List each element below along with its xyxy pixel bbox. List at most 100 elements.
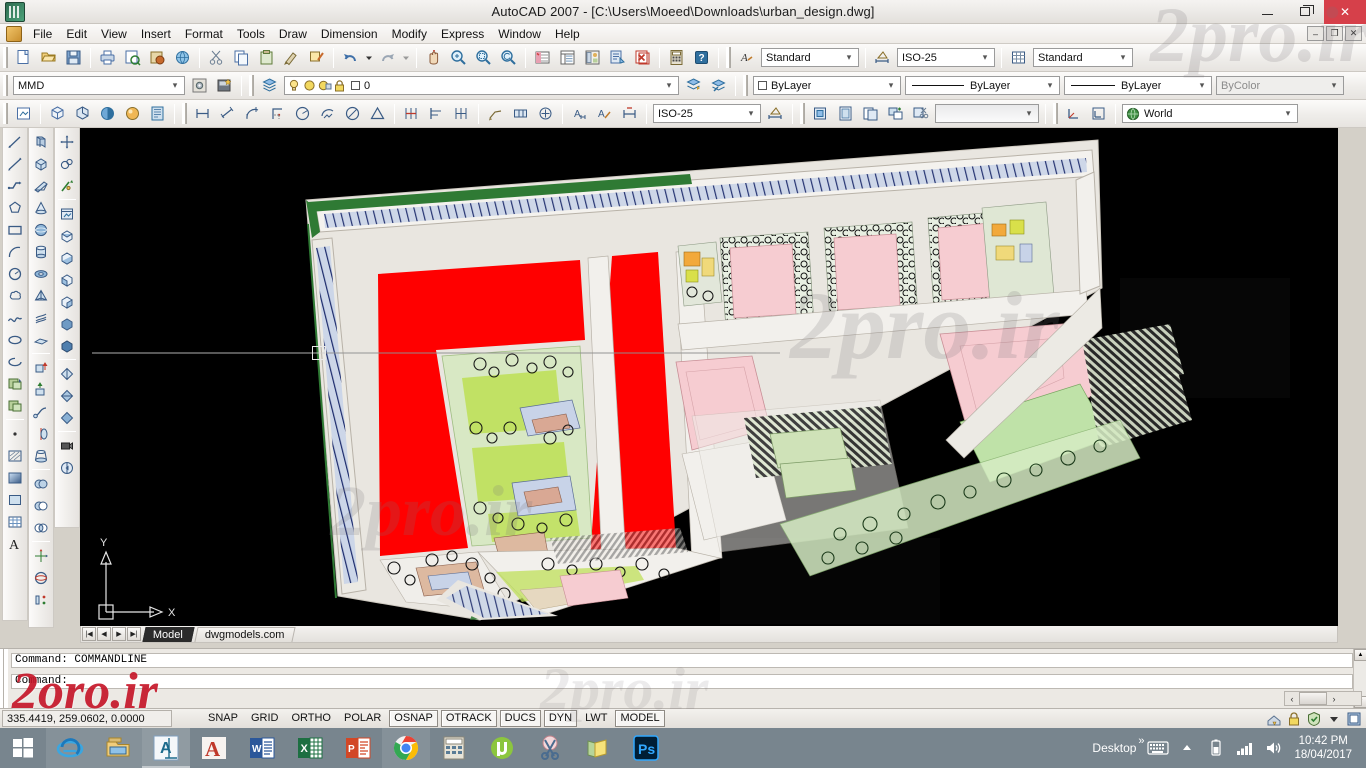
dim-style-manager-icon[interactable] xyxy=(764,102,787,125)
ellipse-arc-icon[interactable] xyxy=(4,351,26,372)
my-workspace-icon[interactable] xyxy=(213,74,236,97)
chevron-down-icon[interactable]: ▾ xyxy=(662,77,676,94)
linear-dim-icon[interactable] xyxy=(191,102,214,125)
chevron-down-icon[interactable]: ▾ xyxy=(884,77,898,94)
rectangle-icon[interactable] xyxy=(4,219,26,240)
center-mark-icon[interactable] xyxy=(534,102,557,125)
table-style-combo[interactable]: Standard ▾ xyxy=(1033,48,1133,67)
3d-move-icon[interactable] xyxy=(30,545,52,566)
menu-item-insert[interactable]: Insert xyxy=(134,25,178,43)
cut-icon[interactable] xyxy=(205,46,228,69)
quick-leader-icon[interactable] xyxy=(484,102,507,125)
back-clip-icon[interactable] xyxy=(56,457,78,478)
right-view-icon[interactable] xyxy=(56,291,78,312)
ordinate-dim-icon[interactable] xyxy=(266,102,289,125)
paste-icon[interactable] xyxy=(255,46,278,69)
3d-rotate-icon[interactable] xyxy=(30,567,52,588)
overflow-icon[interactable]: » xyxy=(1138,735,1144,747)
taskbar-word[interactable]: W xyxy=(238,728,286,768)
redo-dropdown-icon[interactable] xyxy=(401,46,411,69)
make-object-layer-icon[interactable] xyxy=(707,74,730,97)
taskbar-powerpoint[interactable]: P xyxy=(334,728,382,768)
hscroll-right-icon[interactable]: › xyxy=(1327,692,1341,705)
command-input-line[interactable]: Command: xyxy=(11,674,1353,689)
block-editor-icon[interactable] xyxy=(305,46,328,69)
zoom-realtime-icon[interactable] xyxy=(447,46,470,69)
save-icon[interactable] xyxy=(62,46,85,69)
3d-orbit-icon[interactable] xyxy=(56,153,78,174)
construction-line-icon[interactable] xyxy=(4,153,26,174)
point-icon[interactable] xyxy=(4,423,26,444)
undo-dropdown-icon[interactable] xyxy=(364,46,374,69)
menu-item-tools[interactable]: Tools xyxy=(230,25,272,43)
render-icon[interactable] xyxy=(121,102,144,125)
first-tab-icon[interactable]: |◀ xyxy=(82,627,96,641)
trusted-autodesk-icon[interactable] xyxy=(1306,711,1322,727)
mdi-close-button[interactable]: ✕ xyxy=(1345,26,1362,41)
comm-center-icon[interactable] xyxy=(1266,711,1282,727)
taskbar-file-explorer[interactable] xyxy=(94,728,142,768)
taskbar-chrome[interactable] xyxy=(382,728,430,768)
polysolid-icon[interactable] xyxy=(30,131,52,152)
taskbar-clock[interactable]: 10:42 PM 18/04/2017 xyxy=(1290,734,1360,762)
dimension-toolbar-grip[interactable] xyxy=(182,103,187,124)
left-view-icon[interactable] xyxy=(56,269,78,290)
layer-freeze-vp-icon[interactable] xyxy=(317,78,333,93)
cylinder-icon[interactable] xyxy=(30,241,52,262)
minimize-button[interactable] xyxy=(1248,0,1286,24)
coordinates-display[interactable]: 335.4419, 259.0602, 0.0000 xyxy=(2,710,172,727)
taskbar-utorrent[interactable] xyxy=(478,728,526,768)
taskbar-snipping-tool[interactable] xyxy=(526,728,574,768)
chevron-down-icon[interactable]: ▾ xyxy=(1195,77,1209,94)
chevron-down-icon[interactable]: ▾ xyxy=(1281,105,1295,122)
workspaces-toolbar-grip[interactable] xyxy=(3,75,8,96)
tolerance-icon[interactable] xyxy=(509,102,532,125)
taskbar-calculator[interactable] xyxy=(430,728,478,768)
redo-icon[interactable] xyxy=(376,46,399,69)
revolve-icon[interactable] xyxy=(30,423,52,444)
se-isometric-icon[interactable] xyxy=(56,385,78,406)
manage-xrefs-icon[interactable] xyxy=(1286,711,1302,727)
spline-icon[interactable] xyxy=(4,307,26,328)
volume-icon[interactable] xyxy=(1261,728,1287,768)
command-history[interactable]: Command: COMMANDLINE Command: xyxy=(8,649,1353,708)
wedge-icon[interactable] xyxy=(30,175,52,196)
sphere-icon[interactable] xyxy=(30,219,52,240)
circle-icon[interactable] xyxy=(4,263,26,284)
layer-previous-icon[interactable] xyxy=(682,74,705,97)
zoom-window-icon[interactable] xyxy=(472,46,495,69)
model-toggle[interactable]: MODEL xyxy=(615,710,665,727)
chevron-down-icon[interactable]: ▾ xyxy=(842,49,856,66)
next-tab-icon[interactable]: ▶ xyxy=(112,627,126,641)
box-icon[interactable] xyxy=(30,153,52,174)
snap-toggle[interactable]: SNAP xyxy=(203,710,243,727)
sw-iso-icon[interactable] xyxy=(46,102,69,125)
region-icon[interactable] xyxy=(4,489,26,510)
chevron-down-icon[interactable]: ▾ xyxy=(978,49,992,66)
hatch-icon[interactable] xyxy=(4,445,26,466)
insert-block-icon[interactable] xyxy=(4,373,26,394)
chevron-down-icon[interactable]: ▾ xyxy=(1116,49,1130,66)
toolbar-grip[interactable] xyxy=(3,47,8,68)
helix-icon[interactable] xyxy=(30,307,52,328)
continue-dim-icon[interactable] xyxy=(450,102,473,125)
close-button[interactable]: ✕ xyxy=(1324,0,1366,24)
ducs-toggle[interactable]: DUCS xyxy=(499,710,541,727)
sw-isometric-icon[interactable] xyxy=(56,363,78,384)
layer-freeze-icon[interactable] xyxy=(302,78,317,93)
chevron-down-icon[interactable]: ▾ xyxy=(168,77,182,94)
3d-align-icon[interactable] xyxy=(30,589,52,610)
shade-icon[interactable] xyxy=(96,102,119,125)
properties-icon[interactable] xyxy=(531,46,554,69)
tab-dwgmodels[interactable]: dwgmodels.com xyxy=(194,626,297,642)
polygon-icon[interactable] xyxy=(4,197,26,218)
aligned-dim-icon[interactable] xyxy=(216,102,239,125)
start-windows-icon[interactable] xyxy=(0,728,46,768)
dimension-style-combo-2[interactable]: ISO-25 ▾ xyxy=(653,104,761,123)
otrack-toggle[interactable]: OTRACK xyxy=(440,710,497,727)
layers-toolbar-grip[interactable] xyxy=(249,75,254,96)
sweep-icon[interactable] xyxy=(30,401,52,422)
drawing-canvas[interactable]: Y X xyxy=(80,128,1338,626)
cone-icon[interactable] xyxy=(30,197,52,218)
desktop-peek-label[interactable]: Desktop » xyxy=(1086,735,1144,755)
